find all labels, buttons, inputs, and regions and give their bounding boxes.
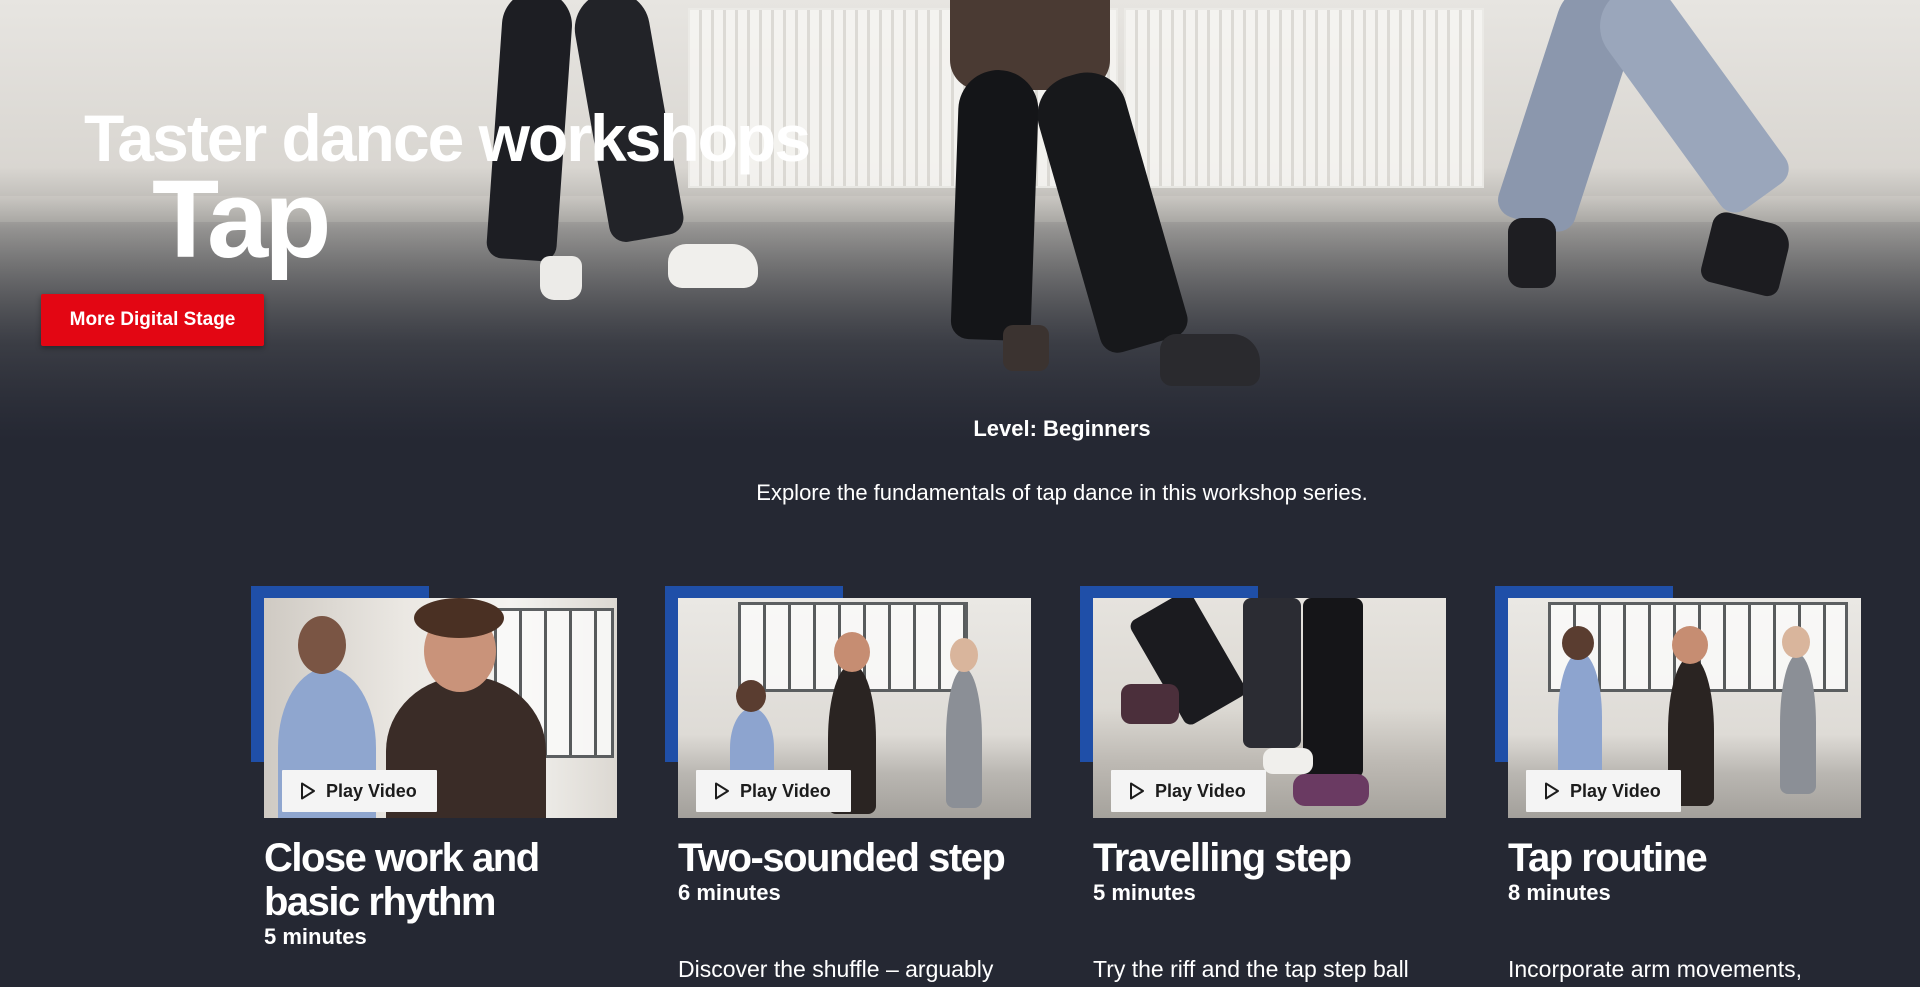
play-video-button[interactable]: Play Video — [282, 770, 437, 812]
card-title[interactable]: Two-sounded step — [678, 836, 1044, 880]
dancer-leg — [950, 68, 1040, 342]
play-video-button[interactable]: Play Video — [696, 770, 851, 812]
dancer-shoe — [1508, 218, 1556, 288]
intro-description: Explore the fundamentals of tap dance in… — [756, 480, 1368, 505]
card-title[interactable]: Close work and basic rhythm — [264, 836, 630, 924]
dancer-shoe — [1003, 325, 1049, 371]
card-duration: 6 minutes — [678, 880, 781, 905]
card-duration: 5 minutes — [264, 924, 367, 949]
play-icon — [1130, 782, 1144, 800]
dancer-shoe — [668, 244, 758, 288]
card-duration: 8 minutes — [1508, 880, 1611, 905]
card-description: Discover the shuffle – arguably — [678, 956, 994, 982]
more-digital-stage-button[interactable]: More Digital Stage — [41, 294, 264, 346]
hero-radiator — [1124, 8, 1484, 188]
dancer-leg — [1584, 0, 1796, 220]
card-description: Incorporate arm movements, — [1508, 956, 1803, 982]
play-video-button[interactable]: Play Video — [1111, 770, 1266, 812]
play-icon — [715, 782, 729, 800]
play-video-label: Play Video — [740, 780, 831, 801]
card-duration: 5 minutes — [1093, 880, 1196, 905]
page-subtitle: Tap — [152, 158, 331, 281]
card-description: Try the riff and the tap step ball — [1093, 956, 1409, 982]
video-thumbnail[interactable]: Play Video — [1508, 598, 1861, 818]
dancer-shoe — [1160, 334, 1260, 386]
play-video-label: Play Video — [1155, 780, 1246, 801]
video-thumbnail[interactable]: Play Video — [264, 598, 617, 818]
dancer-shoe — [540, 256, 582, 300]
video-thumbnail[interactable]: Play Video — [678, 598, 1031, 818]
play-icon — [1545, 782, 1559, 800]
level-label: Level: Beginners — [973, 416, 1151, 441]
play-video-label: Play Video — [1570, 780, 1661, 801]
hero-banner: Taster dance workshops Tap More Digital … — [0, 0, 1920, 440]
play-icon — [301, 782, 315, 800]
card-title[interactable]: Tap routine — [1508, 836, 1874, 880]
video-thumbnail[interactable]: Play Video — [1093, 598, 1446, 818]
play-video-button[interactable]: Play Video — [1526, 770, 1681, 812]
card-title[interactable]: Travelling step — [1093, 836, 1459, 880]
play-video-label: Play Video — [326, 780, 417, 801]
dancer-shoe — [1698, 209, 1794, 299]
